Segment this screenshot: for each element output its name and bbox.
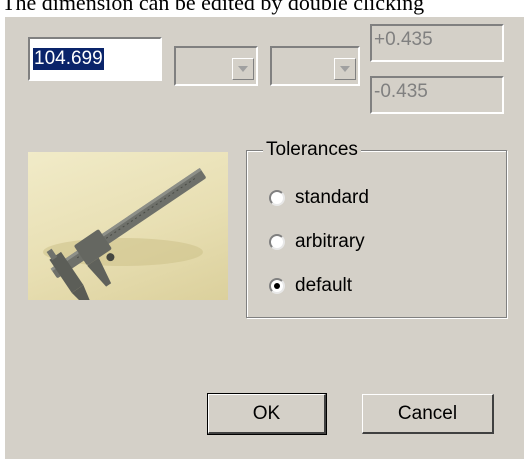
caliper-icon [43,167,206,300]
radio-default-label[interactable]: default [295,275,352,297]
chevron-down-icon[interactable] [232,58,254,80]
radio-button-icon[interactable] [269,234,285,250]
radio-default[interactable]: default [269,273,352,299]
dimension-dialog: 104.699 +0.435 -0.435 Tolerances standar… [4,16,524,459]
caption-text: The dimension can be edited by double cl… [2,0,425,15]
upper-tolerance-text: +0.435 [374,29,433,50]
tolerances-group-label: Tolerances [263,138,361,162]
cancel-button[interactable]: Cancel [362,394,494,434]
dimension-value-text: 104.699 [33,48,104,70]
radio-button-icon[interactable] [269,190,285,206]
upper-tolerance-field[interactable]: +0.435 [370,24,504,62]
chevron-down-icon[interactable] [334,58,356,80]
radio-arbitrary-label[interactable]: arbitrary [295,231,365,253]
unit-combo[interactable] [174,46,258,86]
ok-button[interactable]: OK [207,393,327,435]
dimension-value-input[interactable]: 104.699 [28,37,162,81]
tolerances-groupbox: Tolerances standard arbitrary default [246,138,507,318]
lower-tolerance-field[interactable]: -0.435 [370,76,504,114]
type-combo[interactable] [270,46,360,86]
radio-arbitrary[interactable]: arbitrary [269,229,365,255]
lower-tolerance-text: -0.435 [374,81,428,102]
radio-standard[interactable]: standard [269,185,369,211]
caliper-photo [28,152,228,300]
radio-selected-icon[interactable] [269,278,285,294]
radio-standard-label[interactable]: standard [295,187,369,209]
